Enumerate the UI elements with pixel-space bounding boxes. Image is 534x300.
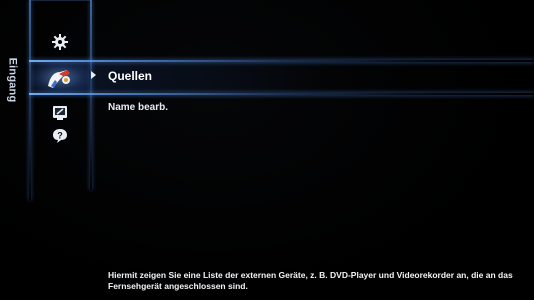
category-settings[interactable] <box>44 33 76 51</box>
section-label: Eingang <box>2 50 22 110</box>
category-help[interactable]: ? <box>44 127 76 145</box>
tv-menu-screen: Eingang ? Quellen Name bearb. Hiermit ze… <box>0 0 534 300</box>
help-icon: ? <box>53 129 67 143</box>
category-support[interactable] <box>44 104 76 122</box>
gear-icon <box>52 34 68 50</box>
menu-left-rail <box>29 0 31 200</box>
category-input[interactable] <box>44 66 76 90</box>
section-label-text: Eingang <box>6 57 19 103</box>
selection-bottom-line <box>29 93 534 95</box>
menu-item-quellen[interactable]: Quellen <box>108 69 152 83</box>
menu-right-rail <box>90 0 92 190</box>
selection-arrow-icon <box>91 71 96 79</box>
menu-top-border <box>29 0 92 1</box>
input-source-icon <box>48 70 70 88</box>
selection-highlight <box>29 62 534 92</box>
help-description: Hiermit zeigen Sie eine Liste der extern… <box>108 270 513 291</box>
selection-top-line <box>29 60 534 62</box>
support-icon <box>53 106 67 120</box>
menu-item-name-bearb[interactable]: Name bearb. <box>108 102 168 113</box>
svg-text:?: ? <box>57 131 63 141</box>
